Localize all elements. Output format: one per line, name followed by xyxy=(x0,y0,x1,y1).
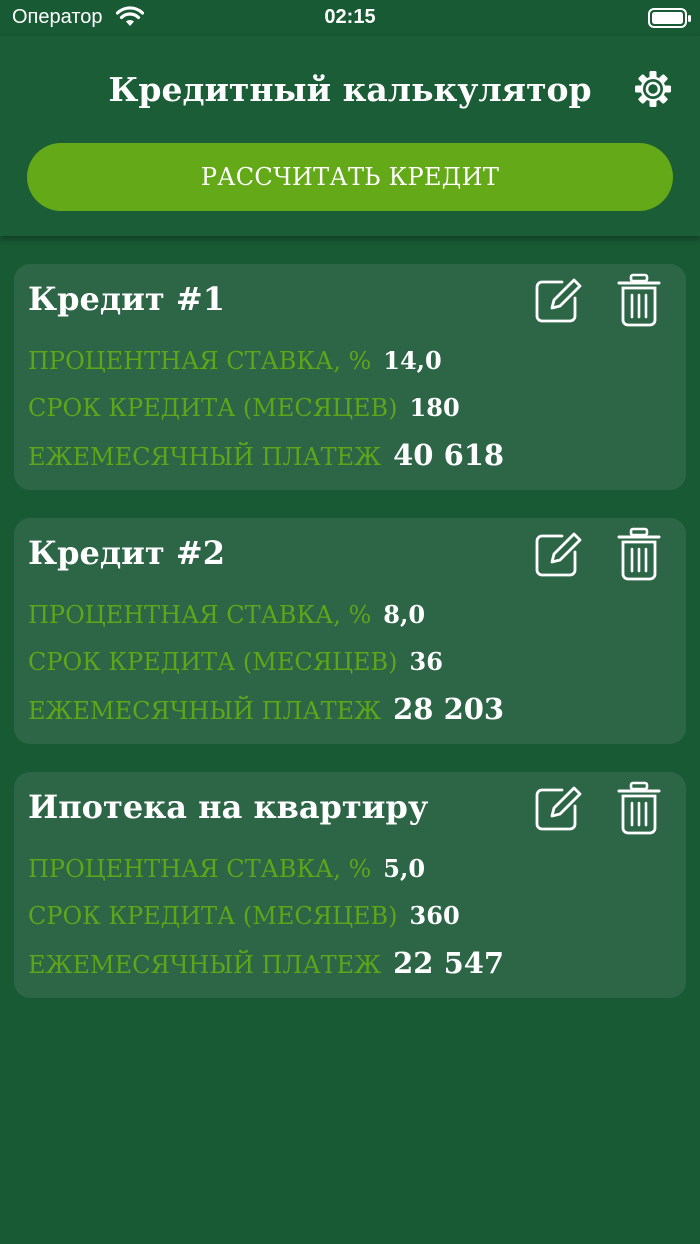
monthly-payment-value: 40 618 xyxy=(393,438,505,472)
loan-title: Ипотека на квартиру xyxy=(28,788,429,826)
interest-rate-row: ПРОЦЕНТНАЯ СТАВКА, % 8,0 xyxy=(28,600,425,629)
edit-icon xyxy=(535,786,582,831)
monthly-payment-row: ЕЖЕМЕСЯЧНЫЙ ПЛАТЕЖ 28 203 xyxy=(28,692,504,726)
loan-term-row: СРОК КРЕДИТА (МЕСЯЦЕВ) 360 xyxy=(28,901,460,930)
monthly-payment-value: 28 203 xyxy=(393,692,505,726)
delete-button[interactable] xyxy=(614,526,664,582)
interest-rate-label: ПРОЦЕНТНАЯ СТАВКА, % xyxy=(28,601,372,629)
loan-term-row: СРОК КРЕДИТА (МЕСЯЦЕВ) 36 xyxy=(28,647,443,676)
edit-icon xyxy=(535,532,582,577)
interest-rate-row: ПРОЦЕНТНАЯ СТАВКА, % 5,0 xyxy=(28,854,425,883)
interest-rate-label: ПРОЦЕНТНАЯ СТАВКА, % xyxy=(28,855,372,883)
gear-icon xyxy=(635,71,671,107)
status-bar: Оператор 02:15 xyxy=(0,0,700,36)
interest-rate-value: 5,0 xyxy=(383,854,426,883)
monthly-payment-value: 22 547 xyxy=(393,946,505,980)
calculate-loan-button[interactable]: РАССЧИТАТЬ КРЕДИТ xyxy=(27,143,673,211)
delete-button[interactable] xyxy=(614,272,664,328)
monthly-payment-row: ЕЖЕМЕСЯЧНЫЙ ПЛАТЕЖ 40 618 xyxy=(28,438,504,472)
loan-card[interactable]: Ипотека на квартиру ПРОЦЕНТНАЯ СТАВКА, %… xyxy=(14,772,686,998)
loan-card[interactable]: Кредит #1 ПРОЦЕНТНАЯ СТАВКА, % 14,0 СРОК … xyxy=(14,264,686,490)
loan-term-value: 360 xyxy=(409,901,460,930)
loan-term-label: СРОК КРЕДИТА (МЕСЯЦЕВ) xyxy=(28,902,398,930)
app-header: Кредитный калькулятор РАССЧИТАТЬ КРЕДИТ xyxy=(0,36,700,236)
loan-term-label: СРОК КРЕДИТА (МЕСЯЦЕВ) xyxy=(28,394,398,422)
loan-title: Кредит #1 xyxy=(28,280,225,318)
loan-title: Кредит #2 xyxy=(28,534,225,572)
interest-rate-label: ПРОЦЕНТНАЯ СТАВКА, % xyxy=(28,347,372,375)
status-time: 02:15 xyxy=(324,6,376,28)
trash-icon xyxy=(617,273,661,327)
loan-term-row: СРОК КРЕДИТА (МЕСЯЦЕВ) 180 xyxy=(28,393,460,422)
loan-term-value: 180 xyxy=(409,393,460,422)
delete-button[interactable] xyxy=(614,780,664,836)
edit-button[interactable] xyxy=(532,782,584,834)
interest-rate-value: 8,0 xyxy=(383,600,426,629)
loan-card[interactable]: Кредит #2 ПРОЦЕНТНАЯ СТАВКА, % 8,0 СРОК К… xyxy=(14,518,686,744)
edit-button[interactable] xyxy=(532,528,584,580)
loan-term-label: СРОК КРЕДИТА (МЕСЯЦЕВ) xyxy=(28,648,398,676)
settings-button[interactable] xyxy=(630,66,676,112)
edit-icon xyxy=(535,278,582,323)
monthly-payment-label: ЕЖЕМЕСЯЧНЫЙ ПЛАТЕЖ xyxy=(28,443,382,471)
monthly-payment-row: ЕЖЕМЕСЯЧНЫЙ ПЛАТЕЖ 22 547 xyxy=(28,946,504,980)
monthly-payment-label: ЕЖЕМЕСЯЧНЫЙ ПЛАТЕЖ xyxy=(28,697,382,725)
edit-button[interactable] xyxy=(532,274,584,326)
battery-icon xyxy=(648,8,691,28)
interest-rate-value: 14,0 xyxy=(383,346,442,375)
page-title: Кредитный калькулятор xyxy=(108,70,592,109)
interest-rate-row: ПРОЦЕНТНАЯ СТАВКА, % 14,0 xyxy=(28,346,442,375)
trash-icon xyxy=(617,781,661,835)
monthly-payment-label: ЕЖЕМЕСЯЧНЫЙ ПЛАТЕЖ xyxy=(28,951,382,979)
trash-icon xyxy=(617,527,661,581)
loan-term-value: 36 xyxy=(409,647,443,676)
